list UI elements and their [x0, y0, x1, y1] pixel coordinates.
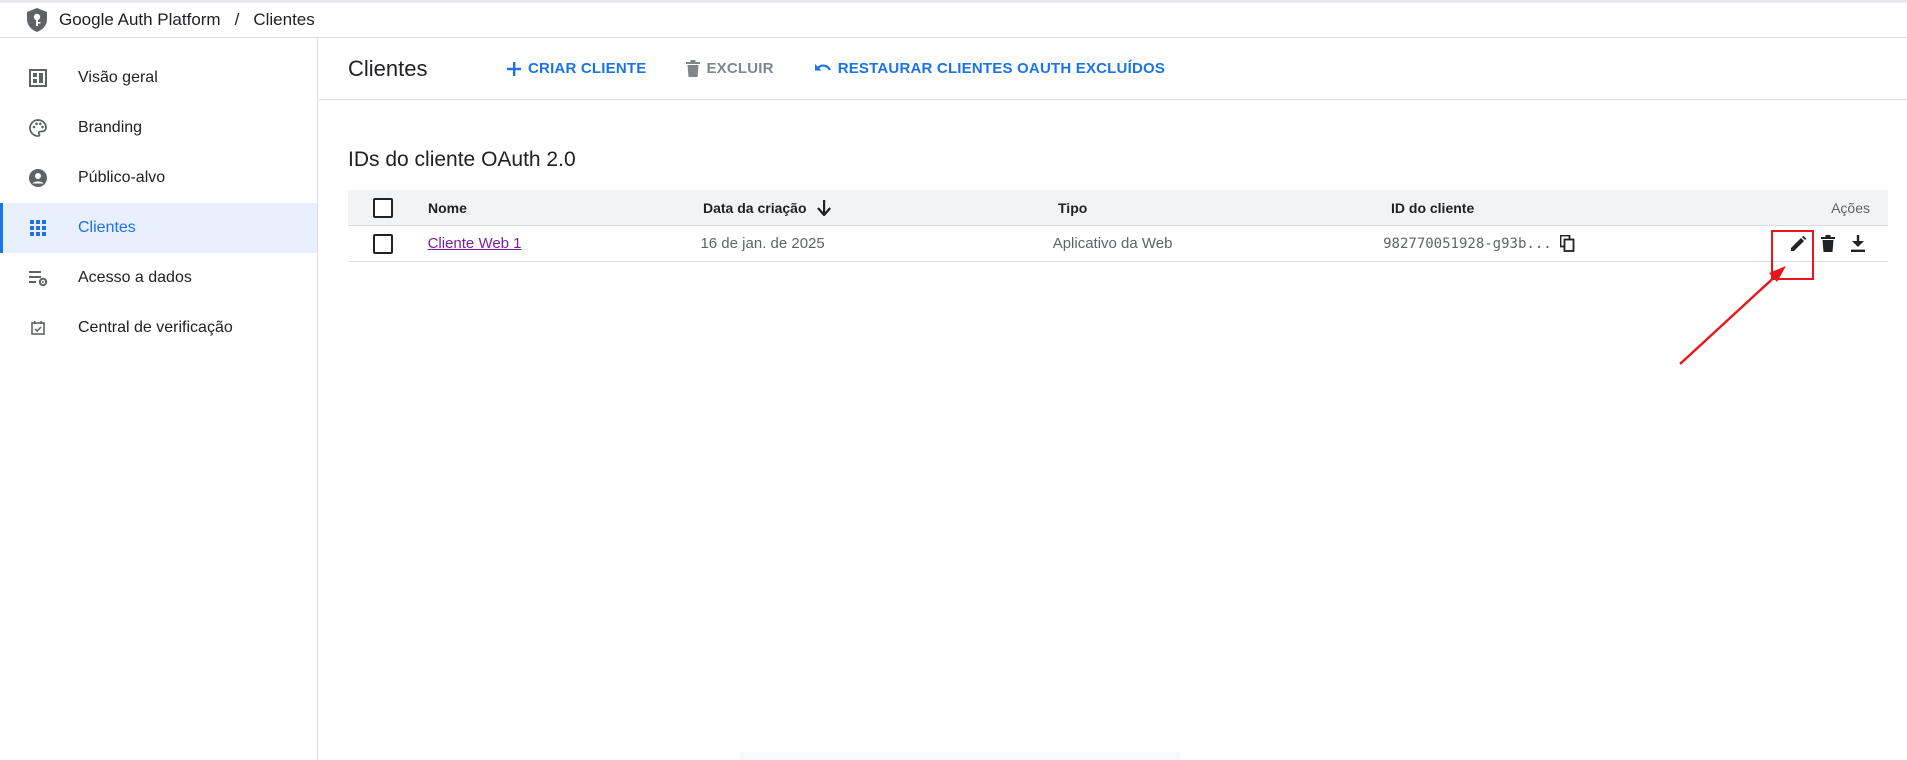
sidebar-item-label: Visão geral	[78, 69, 158, 86]
client-id-cell: 982770051928-g93b...	[1383, 235, 1780, 252]
sidebar-item-clientes[interactable]: Clientes	[0, 203, 317, 253]
copy-icon[interactable]	[1559, 235, 1575, 252]
column-header-date-label: Data da criação	[703, 199, 807, 216]
breadcrumb-current: Clientes	[253, 10, 315, 29]
palette-icon	[28, 118, 48, 138]
account-circle-icon	[28, 168, 48, 188]
sidebar-item-label: Clientes	[78, 219, 136, 236]
select-all-checkbox[interactable]	[373, 197, 393, 218]
sidebar-item-central-de-verificacao[interactable]: Central de verificação	[0, 303, 317, 353]
list-settings-icon	[28, 268, 48, 288]
restore-deleted-clients-button[interactable]: RESTAURAR CLIENTES OAUTH EXCLUÍDOS	[814, 60, 1165, 77]
client-type-cell: Aplicativo da Web	[1052, 235, 1173, 252]
delete-trash-icon[interactable]	[1816, 232, 1840, 256]
sidebar-item-label: Central de verificação	[78, 319, 233, 336]
column-header-date[interactable]: Data da criação	[703, 199, 1058, 216]
header-checkbox-cell	[348, 197, 428, 218]
sidebar-item-visao-geral[interactable]: Visão geral	[0, 53, 317, 103]
undo-icon	[814, 62, 832, 76]
sidebar: Visão geral Branding Público-alvo Client…	[0, 38, 318, 760]
column-header-name[interactable]: Nome	[428, 200, 703, 216]
client-date-cell: 16 de jan. de 2025	[700, 235, 825, 252]
column-header-type[interactable]: Tipo	[1058, 200, 1391, 216]
annotation-arrow	[1679, 266, 1786, 365]
main-content: Clientes CRIAR CLIENTE EXCLUIR RESTAURAR…	[319, 38, 1907, 760]
shield-key-icon	[26, 7, 48, 33]
sidebar-item-label: Branding	[78, 119, 143, 136]
sidebar-item-label: Público-alvo	[78, 169, 166, 186]
bottom-shade	[740, 752, 1180, 760]
toolbar: Clientes CRIAR CLIENTE EXCLUIR RESTAURAR…	[319, 38, 1907, 100]
sidebar-item-label: Acesso a dados	[78, 269, 192, 286]
sidebar-item-branding[interactable]: Branding	[0, 103, 317, 153]
restore-label: RESTAURAR CLIENTES OAUTH EXCLUÍDOS	[837, 60, 1166, 77]
dashboard-icon	[28, 68, 48, 88]
table-row: Cliente Web 1 16 de jan. de 2025 Aplicat…	[348, 226, 1888, 262]
checkbox-icon	[28, 318, 48, 338]
trash-icon	[686, 60, 701, 77]
column-header-actions: Ações	[1831, 199, 1870, 216]
plus-icon	[506, 61, 522, 77]
page-title: Clientes	[348, 55, 428, 81]
column-header-client-id[interactable]: ID do cliente	[1391, 200, 1791, 216]
breadcrumb-product[interactable]: Google Auth Platform	[59, 10, 221, 30]
download-icon[interactable]	[1846, 232, 1870, 256]
row-checkbox-cell	[348, 233, 428, 254]
breadcrumb-separator: /	[234, 10, 240, 29]
create-client-label: CRIAR CLIENTE	[528, 60, 647, 77]
row-checkbox[interactable]	[373, 233, 393, 254]
sidebar-item-publico-alvo[interactable]: Público-alvo	[0, 153, 317, 203]
delete-button[interactable]: EXCLUIR	[686, 60, 773, 77]
create-client-button[interactable]: CRIAR CLIENTE	[506, 60, 646, 77]
delete-label: EXCLUIR	[706, 60, 774, 77]
client-name-cell: Cliente Web 1	[428, 235, 701, 252]
arrow-down-icon[interactable]	[816, 199, 831, 216]
clients-table: Nome Data da criação Tipo ID do cliente …	[348, 190, 1888, 262]
table-header: Nome Data da criação Tipo ID do cliente …	[348, 190, 1888, 226]
client-name-link[interactable]: Cliente Web 1	[428, 235, 522, 252]
section-title: IDs do cliente OAuth 2.0	[348, 148, 576, 171]
top-bar: Google Auth Platform / Clientes	[0, 0, 1907, 38]
client-id-value: 982770051928-g93b...	[1383, 235, 1552, 252]
apps-grid-icon	[28, 218, 48, 238]
sidebar-item-acesso-a-dados[interactable]: Acesso a dados	[0, 253, 317, 303]
